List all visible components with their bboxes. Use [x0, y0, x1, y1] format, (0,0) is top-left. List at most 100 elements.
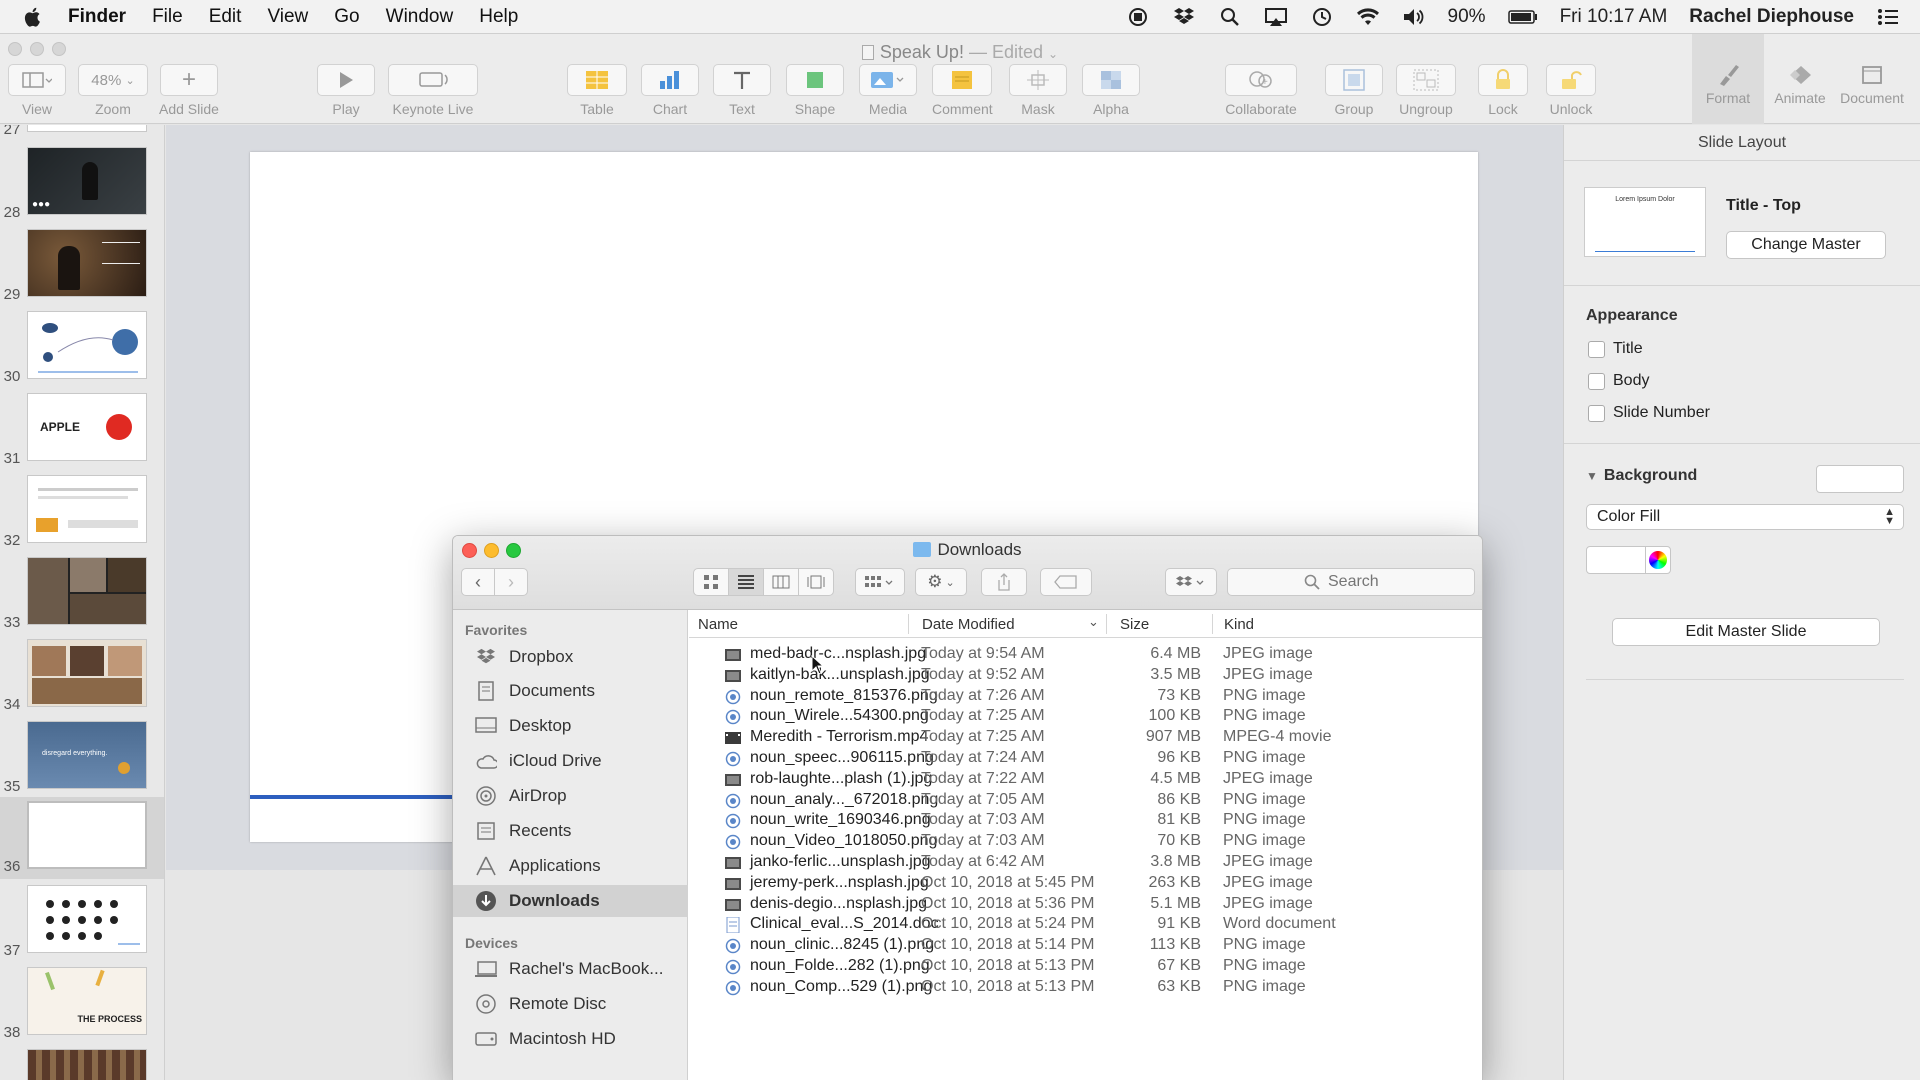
menubar-user[interactable]: Rachel Diephouse: [1689, 6, 1854, 28]
sidebar-item-airdrop[interactable]: AirDrop: [453, 781, 688, 811]
background-heading[interactable]: ▼ Background: [1586, 467, 1697, 485]
notification-center-icon[interactable]: [1876, 6, 1900, 28]
back-button[interactable]: ‹: [461, 568, 495, 596]
slide-thumb-37[interactable]: 37: [0, 881, 164, 963]
finder-search-field[interactable]: [1227, 568, 1475, 596]
tab-animate[interactable]: Animate: [1764, 34, 1836, 124]
volume-icon[interactable]: [1402, 6, 1426, 28]
play-button[interactable]: Play: [317, 64, 375, 117]
column-view-button[interactable]: [763, 568, 799, 596]
tags-button[interactable]: [1040, 568, 1092, 596]
airplay-icon[interactable]: [1264, 6, 1288, 28]
document-title[interactable]: Speak Up!: [880, 42, 964, 62]
sidebar-item-remote-disc[interactable]: Remote Disc: [453, 989, 688, 1019]
wifi-icon[interactable]: [1356, 6, 1380, 28]
sidebar-item-recents[interactable]: Recents: [453, 816, 688, 846]
column-kind[interactable]: Kind: [1224, 616, 1254, 633]
slide-thumb-33[interactable]: 33: [0, 553, 164, 635]
tab-format[interactable]: Format: [1692, 34, 1764, 124]
master-slide-thumbnail[interactable]: Lorem Ipsum Dolor: [1584, 187, 1706, 257]
media-button[interactable]: Media: [859, 64, 917, 117]
title-option[interactable]: Title: [1588, 340, 1643, 358]
sidebar-item-macintosh-hd[interactable]: Macintosh HD: [453, 1024, 688, 1054]
slide-thumb-31[interactable]: APPLE 31: [0, 389, 164, 471]
collaborate-button[interactable]: + Collaborate: [1225, 64, 1297, 117]
color-wheel-icon[interactable]: [1645, 546, 1671, 574]
text-icon: [734, 71, 750, 89]
time-machine-icon[interactable]: [1310, 6, 1334, 28]
gallery-view-button[interactable]: [798, 568, 834, 596]
screen-record-icon[interactable]: [1126, 6, 1150, 28]
slide-number-option[interactable]: Slide Number: [1588, 404, 1710, 422]
background-color-swatch[interactable]: [1816, 465, 1904, 493]
add-slide-button[interactable]: + Add Slide: [159, 64, 219, 117]
column-name[interactable]: Name: [698, 616, 738, 633]
share-button[interactable]: [981, 568, 1027, 596]
menu-file[interactable]: File: [152, 6, 183, 28]
zoom-button[interactable]: 48% ⌄ Zoom: [78, 64, 148, 117]
slide-thumb-36-selected[interactable]: 36: [0, 797, 164, 879]
change-master-button[interactable]: Change Master: [1726, 231, 1886, 259]
dropbox-icon[interactable]: [1172, 6, 1196, 28]
tab-document[interactable]: Document: [1836, 34, 1908, 124]
action-button[interactable]: ⚙ ⌄: [915, 568, 967, 596]
alpha-button[interactable]: Alpha: [1082, 64, 1140, 117]
unlock-button[interactable]: Unlock: [1546, 64, 1596, 117]
forward-button[interactable]: ›: [494, 568, 528, 596]
slide-thumb-30[interactable]: 30: [0, 307, 164, 389]
text-button[interactable]: Text: [713, 64, 771, 117]
slide-thumb-35[interactable]: disregard everything. 35: [0, 717, 164, 799]
sidebar-item-documents[interactable]: Documents: [453, 676, 688, 706]
view-button[interactable]: View: [8, 64, 66, 117]
battery-icon[interactable]: [1507, 6, 1538, 28]
slide-thumb-27[interactable]: 27: [0, 125, 164, 142]
sidebar-item-icloud-drive[interactable]: iCloud Drive: [453, 746, 688, 776]
menu-help[interactable]: Help: [479, 6, 518, 28]
slide-thumb-32[interactable]: 32: [0, 471, 164, 553]
column-size[interactable]: Size: [1120, 616, 1149, 633]
ungroup-button[interactable]: Ungroup: [1396, 64, 1456, 117]
slide-accent-line[interactable]: [250, 795, 460, 799]
lock-button[interactable]: Lock: [1478, 64, 1528, 117]
file-row[interactable]: noun_Comp...529 (1).png Oct 10, 2018 at 5…: [689, 975, 1482, 1000]
title-chevron-icon[interactable]: ⌄: [1048, 47, 1058, 61]
sidebar-item-macbook[interactable]: Rachel's MacBook...: [453, 954, 688, 984]
group-by-button[interactable]: [855, 568, 905, 596]
menu-view[interactable]: View: [267, 6, 308, 28]
icon-view-button[interactable]: [693, 568, 729, 596]
edit-master-slide-button[interactable]: Edit Master Slide: [1612, 618, 1880, 646]
slide-thumb-38[interactable]: THE PROCESS 38: [0, 963, 164, 1045]
slide-thumb-34[interactable]: 34: [0, 635, 164, 717]
menu-app-finder[interactable]: Finder: [68, 6, 126, 28]
column-date-modified[interactable]: Date Modified: [922, 616, 1015, 633]
title-checkbox[interactable]: [1588, 340, 1605, 358]
slide-thumb-28[interactable]: ●●● 28: [0, 143, 164, 225]
menubar-clock[interactable]: Fri 10:17 AM: [1560, 6, 1668, 28]
sidebar-item-applications[interactable]: Applications: [453, 851, 688, 881]
menu-window[interactable]: Window: [386, 6, 454, 28]
sidebar-item-downloads[interactable]: Downloads: [453, 885, 688, 917]
group-button[interactable]: Group: [1325, 64, 1383, 117]
spotlight-search-icon[interactable]: [1218, 6, 1242, 28]
body-checkbox[interactable]: [1588, 372, 1605, 390]
finder-dropbox-button[interactable]: [1165, 568, 1217, 596]
table-button[interactable]: Table: [567, 64, 627, 117]
shape-button[interactable]: Shape: [786, 64, 844, 117]
body-option[interactable]: Body: [1588, 372, 1649, 390]
sidebar-item-desktop[interactable]: Desktop: [453, 711, 688, 741]
search-input[interactable]: [1328, 573, 1398, 591]
fill-type-select[interactable]: Color Fill ▲ ▼: [1586, 504, 1904, 530]
menu-go[interactable]: Go: [334, 6, 359, 28]
comment-button[interactable]: Comment: [932, 64, 993, 117]
mask-button[interactable]: Mask: [1009, 64, 1067, 117]
word-document-icon: [725, 916, 741, 934]
list-view-button[interactable]: [728, 568, 764, 596]
slide-number-checkbox[interactable]: [1588, 404, 1605, 422]
sidebar-item-dropbox[interactable]: Dropbox: [453, 642, 688, 672]
slide-thumb-39[interactable]: [0, 1045, 164, 1080]
chart-button[interactable]: Chart: [641, 64, 699, 117]
menu-edit[interactable]: Edit: [209, 6, 242, 28]
slide-thumb-29[interactable]: 29: [0, 225, 164, 307]
keynote-live-button[interactable]: Keynote Live: [388, 64, 478, 117]
apple-menu-icon[interactable]: [20, 4, 46, 30]
